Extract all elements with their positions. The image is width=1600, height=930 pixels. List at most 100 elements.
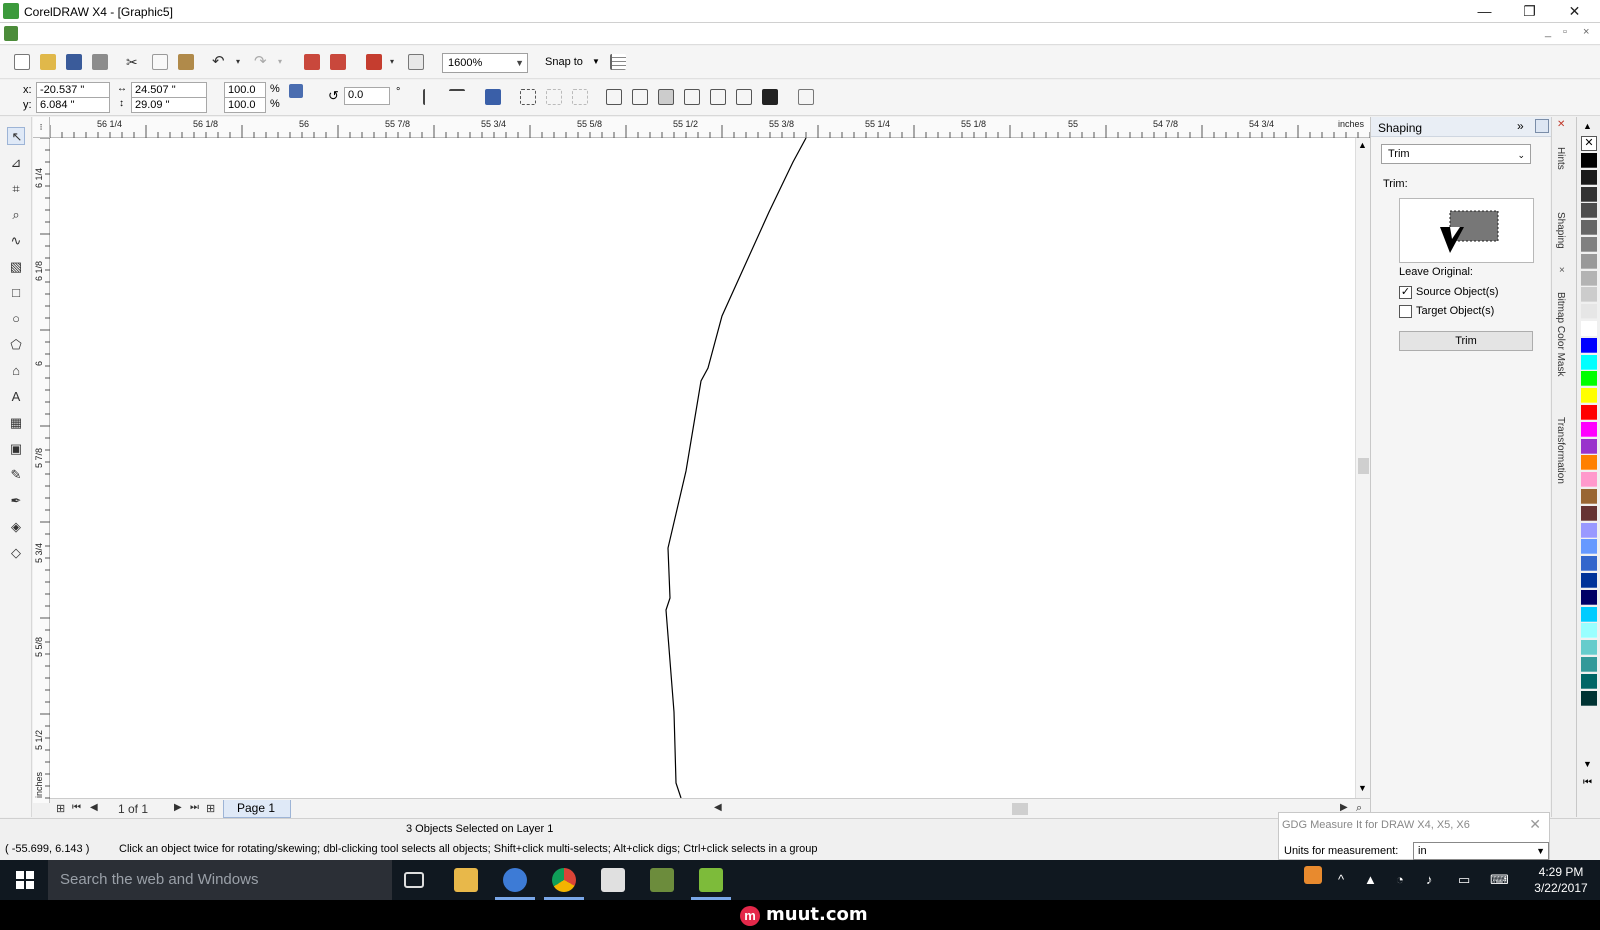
interactive-blend-tool[interactable]: ▣	[7, 440, 25, 458]
shaping-mode-select[interactable]: Trim ⌄	[1381, 144, 1531, 164]
color-swatch[interactable]	[1581, 153, 1597, 168]
color-swatch[interactable]	[1581, 354, 1597, 370]
freehand-tool[interactable]: ∿	[7, 232, 25, 250]
doc-restore-icon[interactable]: ▫	[1563, 26, 1567, 38]
open-folder-icon[interactable]	[40, 54, 56, 70]
docker-minimize-icon[interactable]	[1535, 119, 1549, 133]
next-page-icon[interactable]: ▶	[174, 802, 182, 813]
polygon-tool[interactable]: ⬠	[7, 336, 25, 354]
cut-icon[interactable]: ✂	[126, 54, 142, 70]
scale-y-input[interactable]: 100.0	[224, 97, 266, 113]
convert-to-curves-icon[interactable]	[798, 89, 814, 105]
volume-icon[interactable]: ♪	[1426, 872, 1433, 887]
minimize-button[interactable]: —	[1462, 0, 1507, 22]
scroll-up-icon[interactable]: ▲	[1358, 140, 1367, 150]
gdg-close-icon[interactable]: ✕	[1529, 816, 1541, 833]
color-swatch[interactable]	[1581, 405, 1597, 420]
x-position-input[interactable]: -20.537 "	[36, 82, 110, 98]
shape-tool[interactable]: ⊿	[7, 154, 25, 172]
new-document-icon[interactable]	[14, 54, 30, 70]
scroll-left-icon[interactable]: ◀	[714, 802, 722, 813]
ellipse-tool[interactable]: ○	[7, 310, 25, 328]
chrome-icon[interactable]	[552, 868, 576, 892]
y-position-input[interactable]: 6.084 "	[36, 97, 110, 113]
align-distribute-icon[interactable]	[485, 89, 501, 105]
color-swatch[interactable]	[1581, 169, 1597, 185]
page-tab[interactable]: Page 1	[223, 800, 291, 818]
network-icon[interactable]: ◔	[1396, 872, 1404, 887]
back-minus-front-icon[interactable]	[736, 89, 752, 105]
color-swatch[interactable]	[1581, 371, 1597, 387]
add-page-before-icon[interactable]: ⊞	[56, 802, 65, 815]
color-swatch[interactable]	[1581, 640, 1597, 656]
color-swatch[interactable]	[1581, 304, 1597, 320]
basic-shapes-tool[interactable]: ⌂	[7, 362, 25, 380]
palette-scroll-down-icon[interactable]: ▼	[1583, 759, 1592, 769]
color-swatch[interactable]	[1581, 606, 1597, 622]
width-input[interactable]: 24.507 "	[131, 82, 207, 98]
launcher-dropdown-icon[interactable]: ▾	[390, 54, 406, 70]
tab-hints[interactable]: Hints	[1555, 147, 1566, 170]
tab-shaping[interactable]: Shaping	[1555, 212, 1566, 249]
application-launcher-icon[interactable]	[366, 54, 382, 70]
document-icon[interactable]	[4, 26, 18, 41]
first-page-icon[interactable]: ⏮	[72, 802, 81, 813]
copy-icon[interactable]	[152, 54, 168, 70]
color-swatch[interactable]	[1581, 337, 1597, 353]
color-swatch[interactable]	[1581, 237, 1597, 252]
color-swatch[interactable]	[1581, 539, 1597, 555]
color-swatch[interactable]	[1581, 321, 1597, 336]
no-fill-swatch[interactable]: ✕	[1581, 136, 1597, 151]
color-swatch[interactable]	[1581, 421, 1597, 437]
front-minus-back-icon[interactable]	[710, 89, 726, 105]
coreldraw-taskbar-icon[interactable]	[699, 868, 723, 892]
height-input[interactable]: 29.09 "	[131, 97, 207, 113]
export-icon[interactable]	[330, 54, 346, 70]
create-boundary-icon[interactable]	[762, 89, 778, 105]
color-swatch[interactable]	[1581, 505, 1597, 521]
previous-page-icon[interactable]: ◀	[90, 802, 98, 813]
tray-app-icon[interactable]: ▲	[1364, 872, 1377, 887]
color-swatch[interactable]	[1581, 455, 1597, 471]
restore-button[interactable]: ❐	[1507, 0, 1552, 22]
lock-ratio-icon[interactable]	[289, 84, 303, 98]
ungroup-icon[interactable]	[546, 89, 562, 105]
taskbar-clock[interactable]: 4:29 PM 3/22/2017	[1528, 864, 1594, 896]
color-swatch[interactable]	[1581, 270, 1597, 286]
undo-icon[interactable]: ↶	[212, 54, 228, 70]
intersect-icon[interactable]	[658, 89, 674, 105]
print-icon[interactable]	[92, 54, 108, 70]
zoom-tool[interactable]: ⌕	[7, 206, 25, 224]
vertical-scrollbar[interactable]: ▲ ▼	[1355, 138, 1370, 798]
table-tool[interactable]: ▦	[7, 414, 25, 432]
color-swatch[interactable]	[1581, 690, 1597, 706]
pick-tool[interactable]: ↖	[7, 127, 25, 145]
options-icon[interactable]	[610, 54, 626, 70]
tab-close-icon[interactable]: ×	[1559, 265, 1565, 276]
snap-to-dropdown-icon[interactable]: ▼	[592, 57, 600, 66]
color-swatch[interactable]	[1581, 556, 1597, 572]
mirror-horizontal-icon[interactable]	[423, 89, 439, 105]
color-swatch[interactable]	[1581, 489, 1597, 504]
docker-expand-icon[interactable]: »	[1517, 119, 1524, 133]
tab-bitmap-color-mask[interactable]: Bitmap Color Mask	[1555, 292, 1566, 376]
browser-app-icon[interactable]	[503, 868, 527, 892]
show-hidden-icons-icon[interactable]: ^	[1338, 872, 1344, 887]
welcome-screen-icon[interactable]	[408, 54, 424, 70]
horizontal-scroll-thumb[interactable]	[1012, 803, 1028, 815]
color-swatch[interactable]	[1581, 522, 1597, 538]
task-view-icon[interactable]	[404, 872, 424, 888]
units-select[interactable]: in ▼	[1413, 842, 1549, 860]
last-page-icon[interactable]: ⏭	[190, 802, 199, 813]
vertical-scroll-thumb[interactable]	[1358, 458, 1369, 474]
calculator-icon[interactable]	[601, 868, 625, 892]
rectangle-tool[interactable]: □	[7, 284, 25, 302]
docker-close-icon[interactable]: ✕	[1557, 119, 1565, 130]
group-icon[interactable]	[520, 89, 536, 105]
redo-icon[interactable]: ↷	[254, 54, 270, 70]
ungroup-all-icon[interactable]	[572, 89, 588, 105]
text-tool[interactable]: A	[7, 388, 25, 406]
selected-curve-path[interactable]	[50, 138, 1355, 798]
color-swatch[interactable]	[1581, 657, 1597, 672]
notification-app-icon[interactable]	[1304, 866, 1322, 884]
